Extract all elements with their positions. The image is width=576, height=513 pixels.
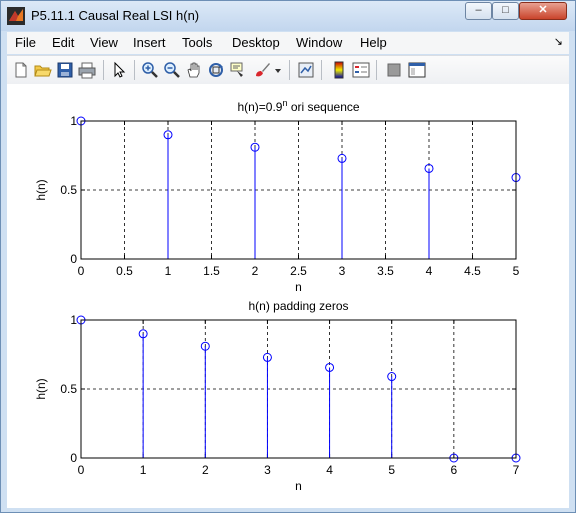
x-axis-label: n	[295, 280, 302, 294]
figure-toolbar	[7, 55, 569, 85]
print-icon[interactable]	[78, 61, 96, 79]
x-tick-label: 1	[165, 264, 172, 278]
x-axis-label: n	[295, 479, 302, 493]
menu-file[interactable]: File	[15, 35, 36, 50]
toolbar-separator	[134, 60, 135, 80]
menu-view[interactable]: View	[90, 35, 118, 50]
link-plot-icon[interactable]	[297, 61, 315, 79]
x-tick-label: 5	[513, 264, 520, 278]
matlab-app-icon	[7, 7, 25, 25]
chart-title: h(n) padding zeros	[248, 299, 348, 313]
zoom-out-icon[interactable]	[163, 61, 181, 79]
y-tick-label: 0	[70, 252, 77, 266]
open-file-icon[interactable]	[34, 61, 52, 79]
toolbar-separator	[376, 60, 377, 80]
window-title: P5.11.1 Causal Real LSI h(n)	[31, 8, 200, 23]
close-icon: ✕	[538, 4, 548, 16]
x-tick-label: 5	[388, 463, 395, 477]
show-plot-tools-icon[interactable]	[408, 61, 426, 79]
chart-title-base: h(n) padding zeros	[248, 299, 348, 313]
pan-hand-icon[interactable]	[185, 61, 203, 79]
figure-canvas: 0 0.5 1 1.5 2 2.5 3 3.5 4 4.5 5 0 0.5 1 h(n)=0.9n ori …	[7, 84, 569, 508]
zoom-in-icon[interactable]	[141, 61, 159, 79]
y-tick-label: 1	[70, 313, 77, 327]
y-axis-label: h(n)	[34, 179, 48, 200]
y-tick-label: 1	[70, 114, 77, 128]
brush-icon[interactable]	[253, 61, 271, 79]
brush-dropdown-icon[interactable]	[273, 61, 283, 79]
x-tick-label: 4	[426, 264, 433, 278]
chart-title-base: h(n)=0.9	[237, 100, 282, 114]
data-cursor-icon[interactable]	[229, 61, 247, 79]
x-tick-label: 1	[140, 463, 147, 477]
chart-title-rest: ori sequence	[288, 100, 360, 114]
menu-bar: File Edit View Insert Tools Desktop Wind…	[7, 32, 569, 54]
chart-title: h(n)=0.9n ori sequence	[237, 98, 359, 114]
menu-help[interactable]: Help	[360, 35, 387, 50]
toolbar-separator	[321, 60, 322, 80]
rotate-3d-icon[interactable]	[207, 61, 225, 79]
y-tick-label: 0.5	[60, 183, 77, 197]
menu-tools[interactable]: Tools	[182, 35, 212, 50]
hide-plot-tools-icon[interactable]	[385, 61, 403, 79]
menu-overflow-icon[interactable]: ↘	[554, 35, 563, 48]
menu-desktop[interactable]: Desktop	[232, 35, 280, 50]
toolbar-separator	[289, 60, 290, 80]
x-tick-label: 4.5	[464, 264, 481, 278]
x-tick-label: 3	[339, 264, 346, 278]
x-tick-label: 2.5	[290, 264, 307, 278]
maximize-icon: □	[502, 4, 509, 16]
colorbar-icon[interactable]	[330, 61, 348, 79]
x-tick-label: 2	[202, 463, 209, 477]
x-tick-label: 7	[513, 463, 520, 477]
minimize-button[interactable]: –	[465, 2, 492, 20]
close-button[interactable]: ✕	[519, 2, 567, 20]
menu-window[interactable]: Window	[296, 35, 342, 50]
figure-window: P5.11.1 Causal Real LSI h(n) – □ ✕ File …	[0, 0, 576, 513]
x-tick-label: 4	[326, 463, 333, 477]
save-icon[interactable]	[56, 61, 74, 79]
toolbar-separator	[103, 60, 104, 80]
menu-edit[interactable]: Edit	[52, 35, 74, 50]
plots-svg: 0 0.5 1 1.5 2 2.5 3 3.5 4 4.5 500.51h(n)=0.9n ori …	[34, 98, 521, 493]
x-tick-label: 3.5	[377, 264, 394, 278]
new-figure-icon[interactable]	[12, 61, 30, 79]
x-tick-label: 2	[252, 264, 259, 278]
maximize-button[interactable]: □	[492, 2, 519, 20]
title-bar[interactable]: P5.11.1 Causal Real LSI h(n) – □ ✕	[1, 1, 575, 31]
y-tick-label: 0	[70, 451, 77, 465]
x-tick-label: 0	[78, 463, 85, 477]
legend-icon[interactable]	[352, 61, 370, 79]
x-tick-label: 0.5	[116, 264, 133, 278]
select-arrow-icon[interactable]	[110, 61, 128, 79]
y-axis-label: h(n)	[34, 378, 48, 399]
minimize-icon: –	[475, 4, 482, 16]
menu-insert[interactable]: Insert	[133, 35, 166, 50]
y-tick-label: 0.5	[60, 382, 77, 396]
x-tick-label: 1.5	[203, 264, 220, 278]
x-tick-label: 3	[264, 463, 271, 477]
x-tick-label: 0	[78, 264, 85, 278]
x-tick-label: 6	[451, 463, 458, 477]
